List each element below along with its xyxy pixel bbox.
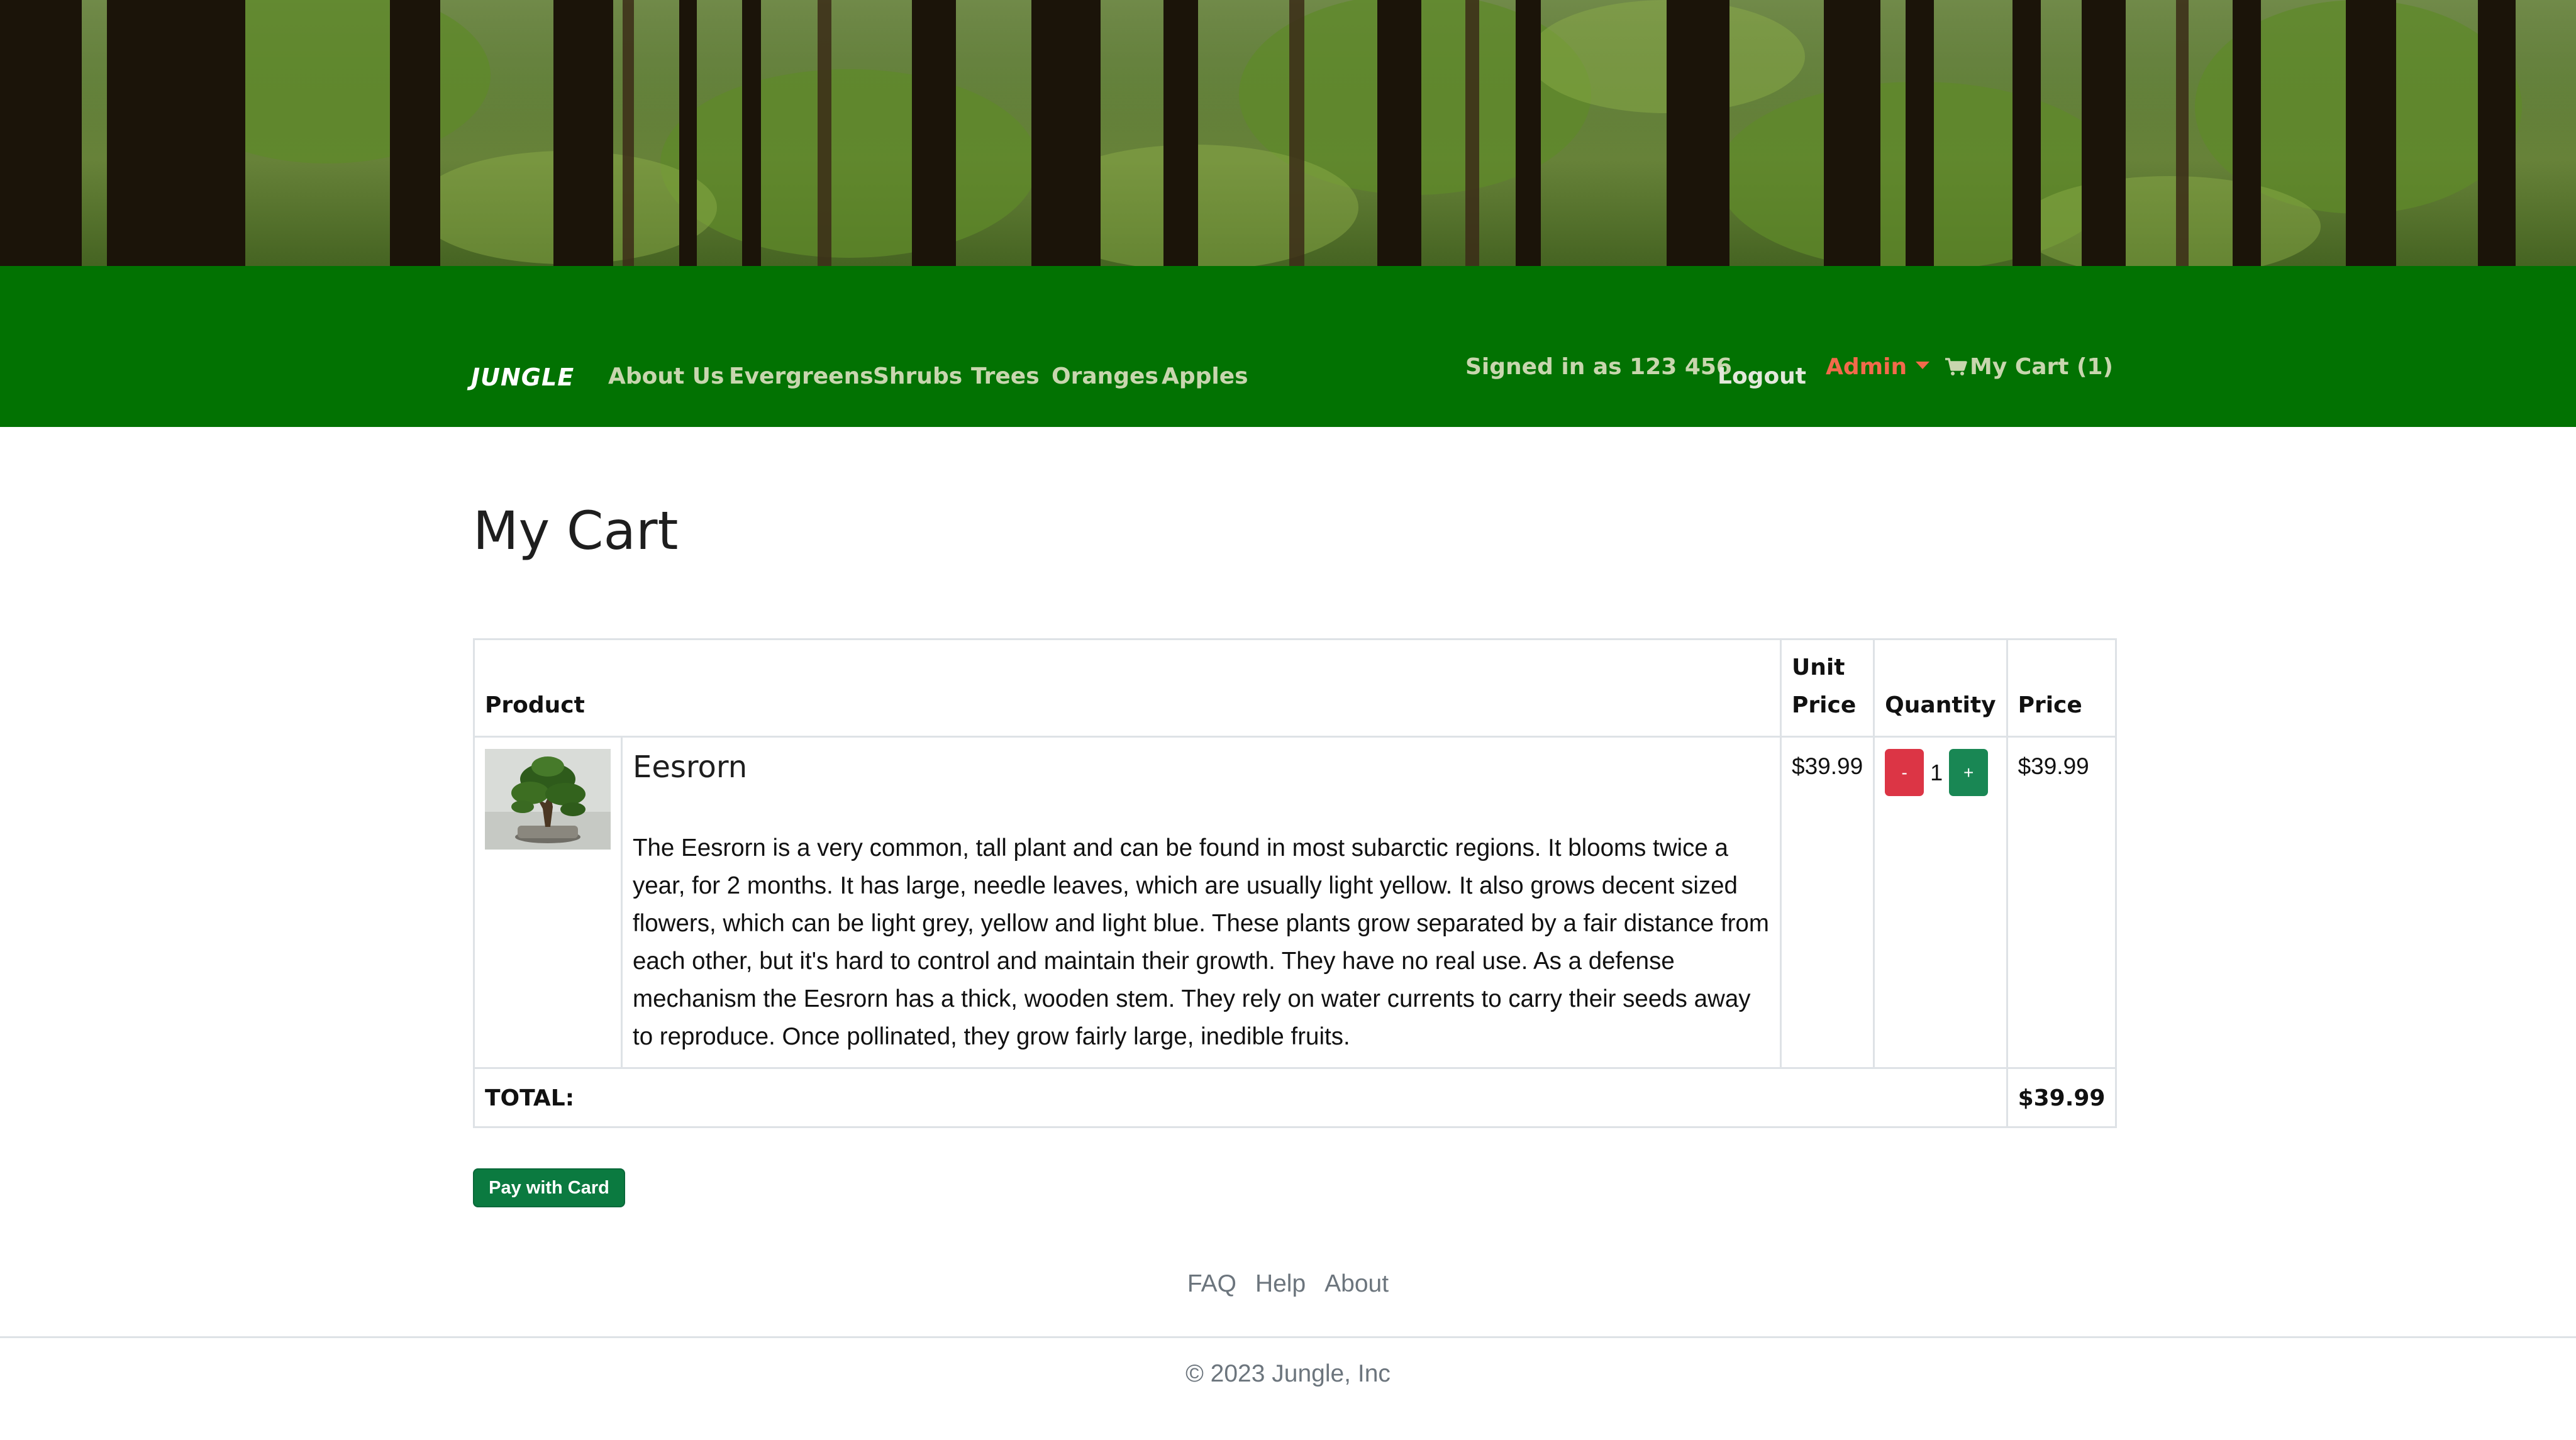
- total-label-cell: TOTAL:: [473, 1067, 2008, 1128]
- pay-with-card-button[interactable]: Pay with Card: [473, 1168, 625, 1207]
- brand-logo[interactable]: JUNGLE: [471, 363, 574, 391]
- nav-link-trees[interactable]: Trees: [971, 363, 1040, 389]
- nav-link-evergreens[interactable]: Evergreens: [729, 363, 874, 389]
- quantity-cell: - 1 +: [1873, 736, 2008, 1069]
- nav-link-about-us[interactable]: About Us: [608, 363, 724, 389]
- decrease-quantity-button[interactable]: -: [1885, 749, 1924, 796]
- product-description: The Eesrorn is a very common, tall plant…: [633, 834, 1769, 1050]
- header-quantity: Quantity: [1873, 638, 2008, 738]
- total-row: TOTAL: $39.99: [473, 1067, 2118, 1128]
- admin-dropdown[interactable]: Admin: [1826, 354, 1930, 380]
- product-details-cell: Eesrorn The Eesrorn is a very common, ta…: [621, 736, 1782, 1069]
- total-label: TOTAL:: [485, 1085, 575, 1111]
- caret-down-icon: [1916, 362, 1930, 369]
- footer-link-faq[interactable]: FAQ: [1187, 1270, 1236, 1298]
- total-value-cell: $39.99: [2006, 1067, 2118, 1128]
- my-cart-label: My Cart (1): [1970, 354, 2113, 380]
- nav-link-shrubs[interactable]: Shrubs: [873, 363, 962, 389]
- shopping-cart-icon: [1945, 358, 1967, 375]
- header-unit-price: Unit Price: [1779, 638, 1875, 738]
- nav-link-apples[interactable]: Apples: [1162, 363, 1248, 389]
- footer-divider: [0, 1336, 2576, 1338]
- header-product: Product: [473, 638, 1782, 738]
- price-cell: $39.99: [2006, 736, 2118, 1069]
- product-image-cell: [473, 736, 623, 1069]
- page-title: My Cart: [473, 500, 679, 562]
- signed-in-text: Signed in as 123 456: [1465, 354, 1732, 380]
- increase-quantity-button[interactable]: +: [1949, 749, 1989, 796]
- admin-label: Admin: [1826, 354, 1907, 380]
- navbar: [0, 266, 2576, 427]
- cart-table: Product Unit Price Quantity Price Eesror…: [473, 638, 2118, 1128]
- footer-links: FAQ Help About: [0, 1270, 2576, 1298]
- my-cart-link[interactable]: My Cart (1): [1945, 354, 2113, 380]
- forest-banner-image: [0, 0, 2576, 266]
- quantity-stepper: - 1 +: [1885, 749, 1996, 796]
- quantity-value: 1: [1930, 759, 1943, 785]
- product-name: Eesrorn: [633, 750, 748, 785]
- line-price-value: $39.99: [2018, 753, 2089, 779]
- nav-link-oranges[interactable]: Oranges: [1052, 363, 1158, 389]
- table-row: Eesrorn The Eesrorn is a very common, ta…: [473, 736, 2118, 1069]
- footer-link-about[interactable]: About: [1324, 1270, 1389, 1298]
- unit-price-value: $39.99: [1792, 753, 1863, 779]
- footer-link-help[interactable]: Help: [1255, 1270, 1306, 1298]
- total-value: $39.99: [2018, 1085, 2106, 1111]
- logout-link[interactable]: Logout: [1718, 363, 1806, 389]
- table-header-row: Product Unit Price Quantity Price: [473, 638, 2118, 738]
- header-price: Price: [2006, 638, 2118, 738]
- copyright-text: © 2023 Jungle, Inc: [1185, 1360, 1391, 1387]
- bonsai-plant-image[interactable]: [485, 749, 611, 850]
- unit-price-cell: $39.99: [1779, 736, 1875, 1069]
